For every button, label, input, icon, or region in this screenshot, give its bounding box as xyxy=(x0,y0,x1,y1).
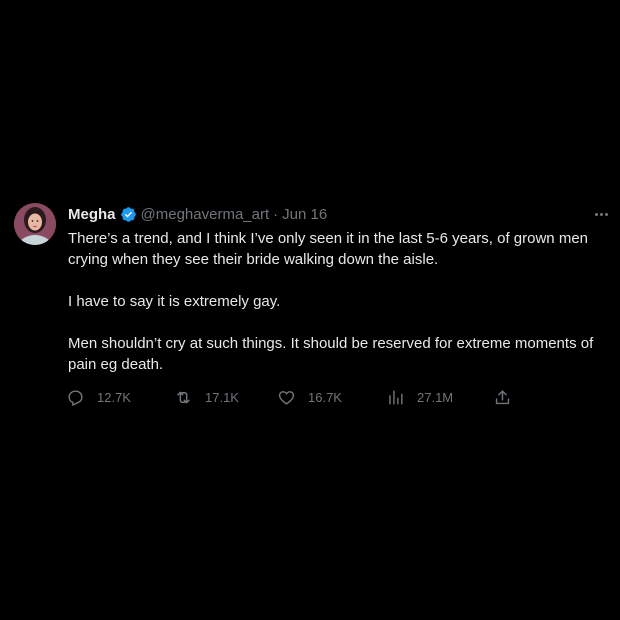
views-count: 27.1M xyxy=(417,389,454,405)
author-handle[interactable]: @meghaverma_art xyxy=(141,206,270,223)
tweet-paragraph-2: I have to say it is extremely gay. xyxy=(68,293,281,310)
tweet-text: There’s a trend, and I think I’ve only s… xyxy=(68,228,608,375)
views-chart-icon xyxy=(389,389,403,405)
verified-badge-icon[interactable] xyxy=(120,206,137,223)
tweet-body: Megha @meghaverma_art · Jun 16 There’s a… xyxy=(68,203,608,406)
more-options-icon[interactable] xyxy=(590,205,612,223)
header-separator: · xyxy=(273,205,279,223)
author-name[interactable]: Megha xyxy=(68,206,116,223)
tweet-date[interactable]: Jun 16 xyxy=(282,206,327,223)
avatar-portrait-icon xyxy=(14,203,56,245)
reply-button[interactable]: 12.7K xyxy=(66,386,131,408)
retweet-icon xyxy=(177,391,190,403)
retweet-button[interactable]: 17.1K xyxy=(174,386,239,408)
tweet-paragraph-1: There’s a trend, and I think I’ve only s… xyxy=(68,230,588,268)
share-button[interactable] xyxy=(493,386,524,408)
tweet-actions: 12.7K 17.1K 16.7K 27.1M xyxy=(66,386,526,408)
share-icon xyxy=(495,389,510,404)
reply-count: 12.7K xyxy=(97,389,131,405)
tweet-paragraph-3: Men shouldn’t cry at such things. It sho… xyxy=(68,335,594,373)
like-count: 16.7K xyxy=(308,389,342,405)
retweet-count: 17.1K xyxy=(205,389,239,405)
views-button[interactable]: 27.1M xyxy=(386,386,453,408)
heart-icon xyxy=(278,390,295,405)
avatar[interactable] xyxy=(14,203,56,245)
tweet-header: Megha @meghaverma_art · Jun 16 xyxy=(68,203,598,225)
like-button[interactable]: 16.7K xyxy=(277,386,342,408)
reply-icon xyxy=(68,389,83,406)
